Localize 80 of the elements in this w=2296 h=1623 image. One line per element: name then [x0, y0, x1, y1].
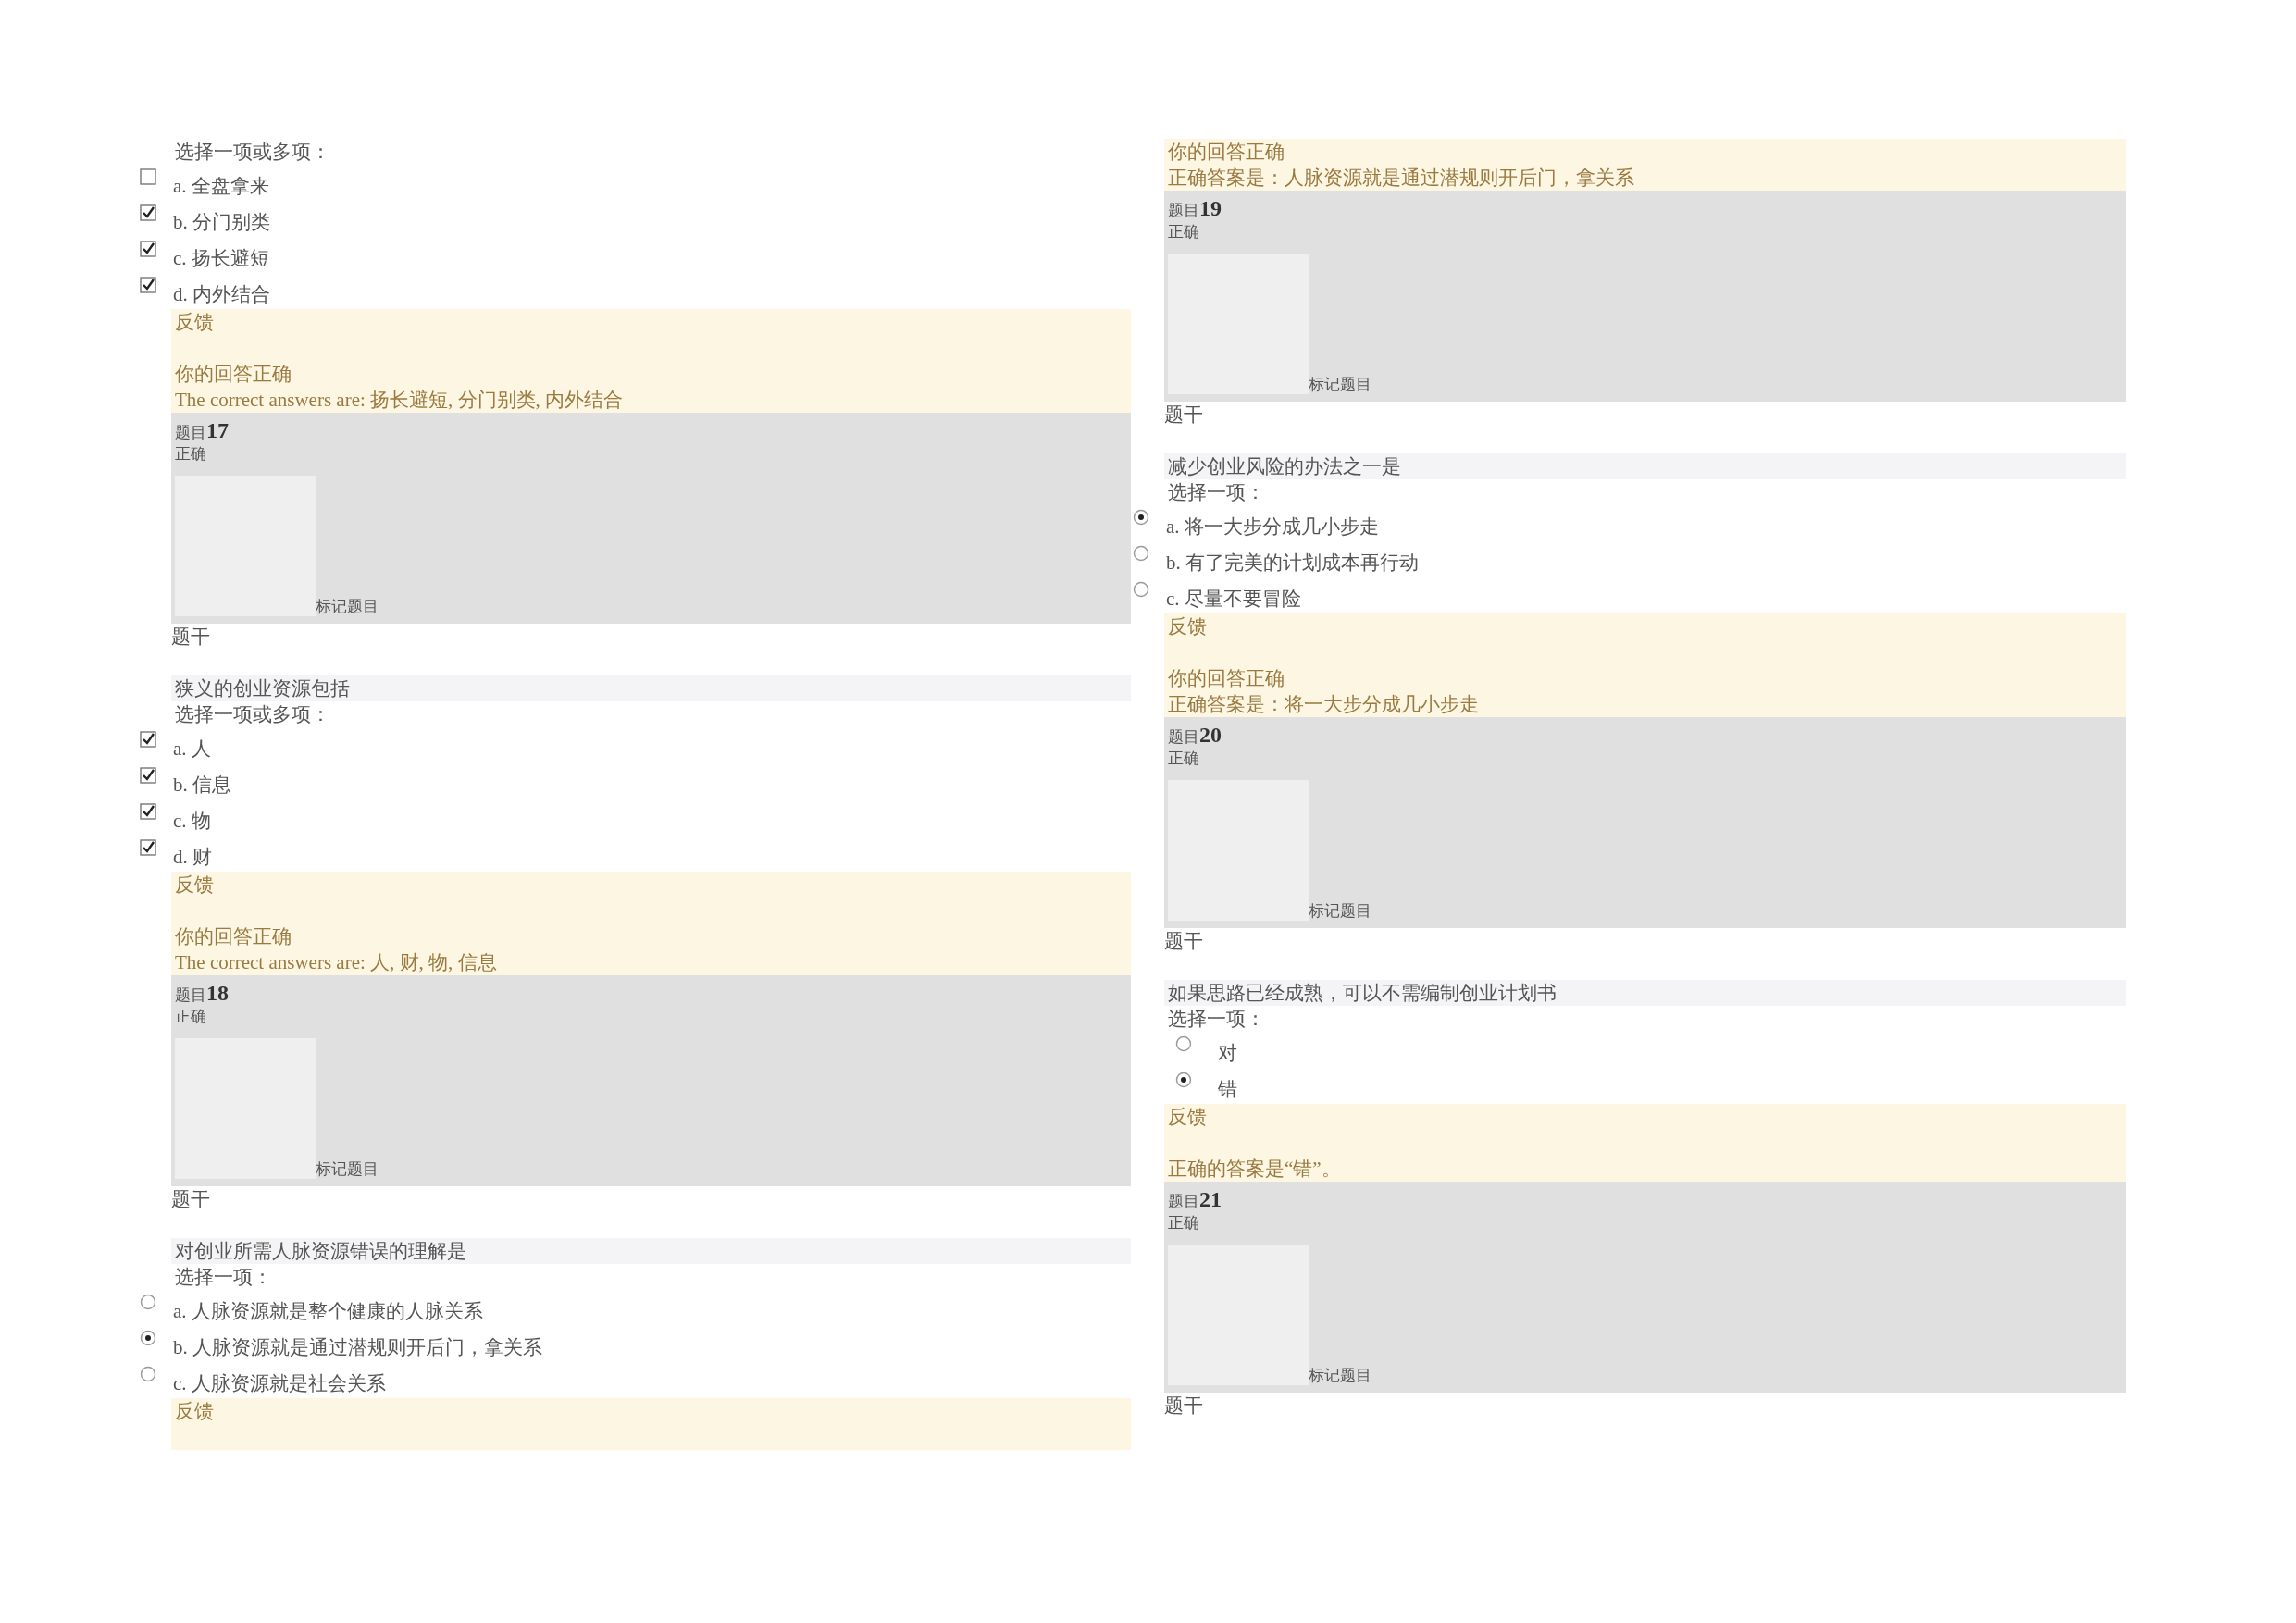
flag-link[interactable]: 标记题目 — [1309, 1367, 1371, 1385]
status-text: 正确 — [1168, 222, 1200, 242]
option-label: d. 财 — [173, 845, 212, 869]
flag-link[interactable]: 标记题目 — [1309, 902, 1371, 921]
question-number: 17 — [206, 418, 229, 443]
feedback-title: 反馈 — [175, 310, 215, 335]
radio-button[interactable] — [140, 1330, 156, 1346]
question-label: 题目 — [1168, 727, 1199, 748]
status-text: 正确 — [1168, 749, 1200, 769]
feedback-text: 你的回答正确 — [1168, 666, 1285, 691]
checkbox[interactable] — [140, 168, 156, 185]
option-label: b. 人脉资源就是通过潜规则开后门，拿关系 — [173, 1335, 542, 1359]
flag-link[interactable]: 标记题目 — [316, 1160, 379, 1179]
flag-link[interactable]: 标记题目 — [1309, 376, 1371, 394]
checkbox[interactable] — [140, 731, 156, 748]
feedback-title: 反馈 — [175, 1399, 215, 1424]
feedback-text: 正确答案是：将一大步分成几小步走 — [1168, 692, 1480, 717]
checkbox[interactable] — [140, 767, 156, 784]
stem-label: 题干 — [171, 625, 211, 650]
question-number: 20 — [1199, 723, 1222, 748]
option-label: d. 内外结合 — [173, 282, 270, 306]
stem-label: 题干 — [1164, 1394, 1204, 1419]
option-label: 对 — [1218, 1041, 1237, 1065]
option-label: a. 人脉资源就是整个健康的人脉关系 — [173, 1299, 483, 1323]
radio-button[interactable] — [1133, 581, 1149, 598]
feedback-text: The correct answers are: 扬长避短, 分门别类, 内外结合 — [175, 388, 625, 413]
prompt-text: 选择一项： — [1167, 1007, 1266, 1032]
question-text: 减少创业风险的办法之一是 — [1164, 453, 2126, 479]
question-number: 19 — [1199, 196, 1222, 221]
status-text: 正确 — [175, 1007, 207, 1027]
radio-button[interactable] — [1175, 1035, 1192, 1052]
radio-button[interactable] — [1175, 1072, 1192, 1088]
question-text: 如果思路已经成熟，可以不需编制创业计划书 — [1164, 980, 2126, 1006]
feedback-text: 你的回答正确 — [175, 924, 292, 949]
radio-button[interactable] — [1133, 545, 1149, 562]
option-label: a. 人 — [173, 737, 211, 761]
option-label: b. 信息 — [173, 773, 231, 797]
option-label: c. 扬长避短 — [173, 246, 269, 270]
stem-label: 题干 — [1164, 403, 1204, 427]
stem-label: 题干 — [171, 1187, 211, 1212]
feedback-text: 正确答案是：人脉资源就是通过潜规则开后门，拿关系 — [1168, 166, 1635, 191]
feedback-text: 你的回答正确 — [1168, 140, 1285, 165]
question-label: 题目 — [175, 985, 206, 1006]
checkbox[interactable] — [140, 839, 156, 856]
radio-button[interactable] — [1133, 509, 1149, 526]
question-label: 题目 — [175, 423, 206, 443]
feedback-title: 反馈 — [1168, 614, 1208, 639]
feedback-text: 你的回答正确 — [175, 362, 292, 387]
prompt-text: 选择一项： — [174, 1265, 273, 1290]
status-text: 正确 — [175, 444, 207, 465]
option-label: c. 物 — [173, 809, 211, 833]
option-label: b. 分门别类 — [173, 210, 270, 234]
option-label: a. 将一大步分成几小步走 — [1166, 514, 1379, 539]
option-label: c. 尽量不要冒险 — [1166, 587, 1301, 611]
option-label: b. 有了完美的计划成本再行动 — [1166, 551, 1419, 575]
option-label: a. 全盘拿来 — [173, 174, 269, 198]
prompt-text: 选择一项或多项： — [174, 140, 331, 165]
prompt-text: 选择一项： — [1167, 480, 1266, 505]
flag-link[interactable]: 标记题目 — [316, 598, 379, 616]
question-text: 狭义的创业资源包括 — [171, 675, 1131, 701]
checkbox[interactable] — [140, 277, 156, 293]
question-label: 题目 — [1168, 1192, 1199, 1212]
feedback-title: 反馈 — [175, 873, 215, 898]
question-number: 18 — [206, 981, 229, 1006]
status-text: 正确 — [1168, 1213, 1200, 1233]
stem-label: 题干 — [1164, 929, 1204, 954]
checkbox[interactable] — [140, 241, 156, 257]
checkbox[interactable] — [140, 204, 156, 221]
feedback-title: 反馈 — [1168, 1105, 1208, 1130]
feedback-text: The correct answers are: 人, 财, 物, 信息 — [175, 950, 498, 975]
question-number: 21 — [1199, 1187, 1222, 1212]
option-label: 错 — [1218, 1077, 1237, 1101]
question-label: 题目 — [1168, 201, 1199, 221]
radio-button[interactable] — [140, 1294, 156, 1310]
prompt-text: 选择一项或多项： — [174, 702, 331, 727]
feedback-text: 正确的答案是“错”。 — [1168, 1157, 1342, 1182]
option-label: c. 人脉资源就是社会关系 — [173, 1371, 386, 1395]
checkbox[interactable] — [140, 803, 156, 820]
radio-button[interactable] — [140, 1366, 156, 1382]
question-text: 对创业所需人脉资源错误的理解是 — [171, 1238, 1131, 1264]
